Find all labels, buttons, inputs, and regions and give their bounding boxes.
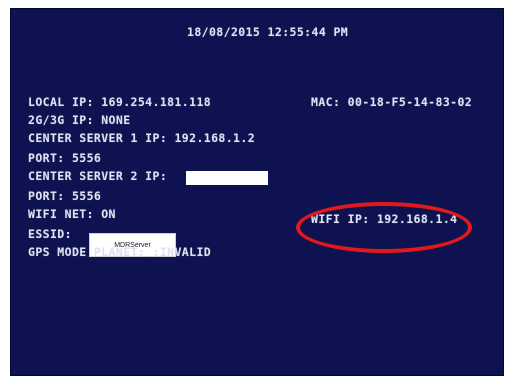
gps-mode-line: GPS MODE PLANET: :INVALID <box>28 245 212 259</box>
port-1-line: PORT: 5556 <box>28 151 102 165</box>
datetime-display: 18/08/2015 12:55:44 PM <box>187 25 349 39</box>
wifi-net-line: WIFI NET: ON <box>28 207 116 221</box>
center-server-1-line: CENTER SERVER 1 IP: 192.168.1.2 <box>28 131 256 145</box>
port-2-line: PORT: 5556 <box>28 189 102 203</box>
center-server-2-line: CENTER SERVER 2 IP: <box>28 169 168 183</box>
redacted-server-2-ip <box>186 171 268 185</box>
local-ip-line: LOCAL IP: 169.254.181.118 <box>28 95 212 109</box>
red-highlight-ellipse <box>296 202 472 253</box>
cellular-ip-line: 2G/3G IP: NONE <box>28 113 131 127</box>
essid-label: ESSID: <box>28 227 72 241</box>
dvr-osd-screen: 18/08/2015 12:55:44 PM LOCAL IP: 169.254… <box>10 8 504 376</box>
mac-address-line: MAC: 00-18-F5-14-83-02 <box>311 95 473 109</box>
